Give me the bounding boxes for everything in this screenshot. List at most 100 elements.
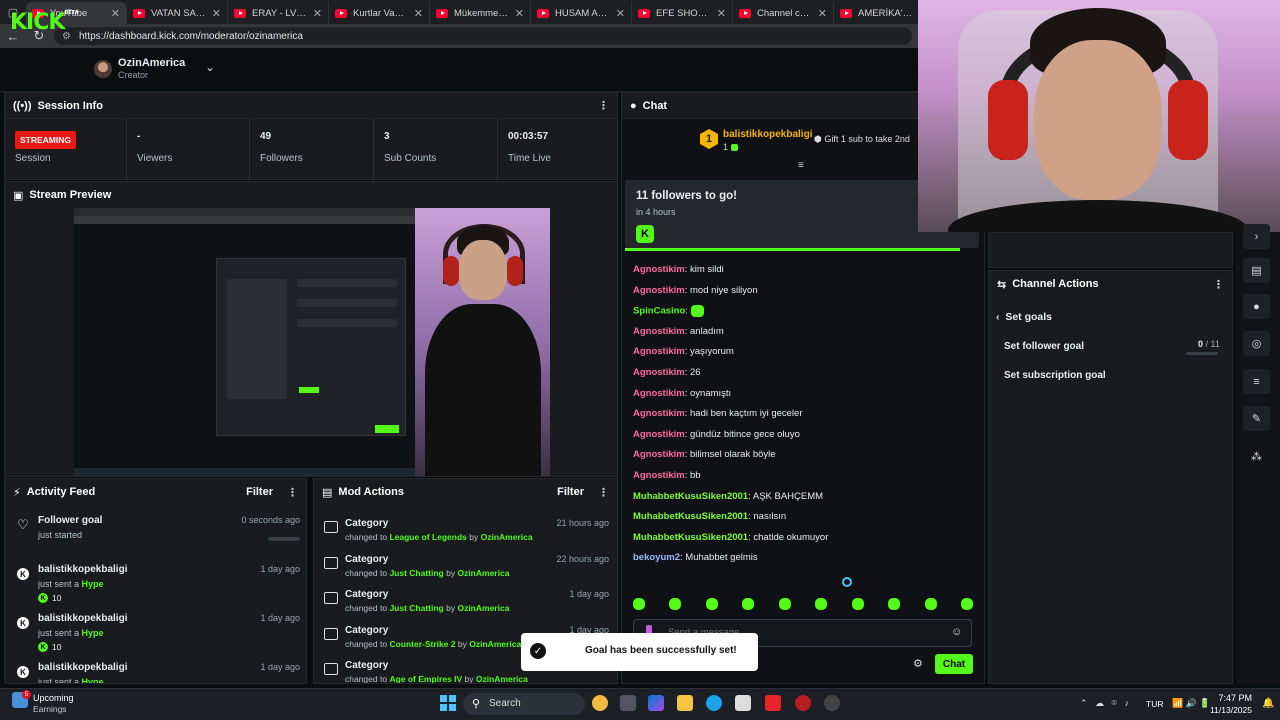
emote-icon[interactable] (778, 598, 791, 610)
chat-message[interactable]: Agnostikim: bilimsel olarak böyle (633, 449, 776, 460)
browser-tab[interactable]: Kurtlar Vadisi - 1 ✕ (329, 2, 430, 24)
close-tab-icon[interactable]: ✕ (616, 7, 625, 20)
emote-icon[interactable] (851, 598, 864, 610)
chat-message[interactable]: Agnostikim: gündüz bitince gece oluyo (633, 429, 800, 440)
language-indicator[interactable]: TUR (1146, 699, 1163, 709)
activity-item[interactable]: ♡ Follower goal just started 0 seconds ago (5, 511, 306, 559)
chat-username[interactable]: Agnostikim (633, 285, 685, 296)
browser-tab[interactable]: ERAY - LVBEL C5 ✕ (228, 2, 329, 24)
chat-message[interactable]: MuhabbetKusuSiken2001: AŞK BAHÇEMM (633, 491, 823, 502)
chat-username[interactable]: MuhabbetKusuSiken2001 (633, 491, 748, 502)
chat-message[interactable]: Agnostikim: 26 (633, 367, 701, 378)
wrench-icon[interactable]: ✎ (1243, 406, 1270, 431)
stream-preview-video[interactable] (74, 208, 550, 476)
app-red-icon[interactable] (795, 695, 811, 711)
broadcast-tool-icon[interactable]: ◎ (1243, 331, 1270, 356)
chat-bubble-icon[interactable]: ● (1243, 294, 1270, 319)
close-tab-icon[interactable]: ✕ (212, 7, 221, 20)
emoji-icon[interactable]: ☺ (951, 626, 962, 638)
tray-icons[interactable]: ⌃ ☁ ⌾ ♪ (1080, 698, 1129, 709)
chevron-icon[interactable]: › (1243, 224, 1270, 249)
chat-username[interactable]: Agnostikim (633, 429, 685, 440)
file-explorer-icon[interactable] (677, 695, 693, 711)
store-icon[interactable] (735, 695, 751, 711)
chat-message[interactable]: Agnostikim: oynamıştı (633, 388, 731, 399)
chat-username[interactable]: Agnostikim (633, 367, 685, 378)
emote-icon[interactable] (669, 598, 682, 610)
chat-username[interactable]: bekoyum2 (633, 552, 680, 563)
chat-message[interactable]: Agnostikim: hadi ben kaçtım iyi geceler (633, 408, 803, 419)
copilot-icon[interactable] (648, 695, 664, 711)
kick-logo[interactable]: KICKBETA (10, 10, 79, 35)
mod-action-item[interactable]: Category changed to Just Chatting by Ozin… (314, 551, 617, 587)
filter-button[interactable]: Filter (246, 486, 273, 498)
set-subscription-goal-item[interactable]: Set subscription goal (1004, 370, 1106, 381)
close-tab-icon[interactable]: ✕ (313, 7, 322, 20)
close-tab-icon[interactable]: ✕ (111, 7, 120, 20)
filter-button[interactable]: Filter (557, 486, 584, 498)
chat-username[interactable]: Agnostikim (633, 388, 685, 399)
chat-username[interactable]: Agnostikim (633, 470, 685, 481)
top-gifter-name[interactable]: balistikkopekbaligi (723, 129, 812, 140)
chat-message[interactable]: MuhabbetKusuSiken2001: nasılsın (633, 511, 786, 522)
collapse-icon[interactable]: ≡ (798, 160, 804, 171)
chat-username[interactable]: MuhabbetKusuSiken2001 (633, 511, 748, 522)
browser-tab[interactable]: VATAN SAĞ OLSUN ✕ (127, 2, 228, 24)
chat-message[interactable]: bekoyum2: Muhabbet gelmis (633, 552, 758, 563)
browser-tab[interactable]: Mükemmel Japon ✕ (430, 2, 531, 24)
chat-username[interactable]: Agnostikim (633, 408, 685, 419)
chat-username[interactable]: Agnostikim (633, 326, 685, 337)
activity-item[interactable]: Kbalistikkopekbaligi just sent a Hype 1 da… (5, 609, 306, 657)
emote-icon[interactable] (888, 598, 901, 610)
session-menu-icon[interactable]: ⋮ (598, 99, 609, 112)
taskbar-search[interactable] (463, 693, 585, 715)
close-tab-icon[interactable]: ✕ (414, 7, 423, 20)
emote-icon[interactable] (742, 598, 755, 610)
browser-tab[interactable]: HUSAM AKTAR ✕ (531, 2, 632, 24)
emote-icon[interactable] (960, 598, 973, 610)
chat-username[interactable]: MuhabbetKusuSiken2001 (633, 532, 748, 543)
notes-icon[interactable]: ▤ (1243, 258, 1270, 283)
app-gray-icon[interactable] (824, 695, 840, 711)
stack-icon[interactable]: ≡ (1243, 369, 1270, 394)
emote-icon[interactable] (633, 598, 645, 610)
taskview-icon[interactable] (620, 695, 636, 711)
emote-icon[interactable] (815, 598, 828, 610)
app-icon[interactable] (592, 695, 608, 711)
youtube-app-icon[interactable] (765, 695, 781, 711)
mod-menu-icon[interactable]: ⋮ (598, 486, 609, 499)
channel-name[interactable]: OzinAmerica (118, 57, 185, 69)
set-goals-back-button[interactable]: ‹ Set goals (996, 311, 1052, 323)
notification-bell-icon[interactable]: 🔔 (1262, 698, 1274, 709)
channel-actions-menu-icon[interactable]: ⋮ (1213, 278, 1224, 291)
avatar[interactable] (94, 60, 112, 78)
start-button[interactable] (440, 695, 456, 711)
emote-icon[interactable] (705, 598, 718, 610)
activity-item[interactable]: Kbalistikkopekbaligi just sent a Hype 1 da… (5, 560, 306, 608)
chat-message[interactable]: Agnostikim: yaşıyorum (633, 346, 734, 357)
set-follower-goal-item[interactable]: Set follower goal (1004, 341, 1084, 352)
chat-message[interactable]: Agnostikim: mod niye siliyon (633, 285, 758, 296)
activity-menu-icon[interactable]: ⋮ (287, 486, 298, 499)
close-tab-icon[interactable]: ✕ (515, 7, 524, 20)
edge-icon[interactable] (706, 695, 722, 711)
widget-title[interactable]: Upcoming (33, 693, 74, 703)
chevron-down-icon[interactable]: ⌄ (205, 60, 215, 74)
chat-settings-icon[interactable]: ⚙ (913, 657, 923, 670)
chat-message[interactable]: Agnostikim: kim sildi (633, 264, 724, 275)
mod-action-item[interactable]: Category changed to Just Chatting by Ozin… (314, 586, 617, 622)
browser-tab[interactable]: EFE SHOW S3B0 ✕ (632, 2, 733, 24)
mod-action-item[interactable]: Category changed to League of Legends by … (314, 515, 617, 551)
apps-icon[interactable]: ⁂ (1243, 444, 1270, 469)
close-tab-icon[interactable]: ✕ (818, 7, 827, 20)
url-field[interactable]: ⚙ https://dashboard.kick.com/moderator/o… (54, 27, 912, 45)
chat-message[interactable]: Agnostikim: bb (633, 470, 701, 481)
chat-message[interactable]: MuhabbetKusuSiken2001: chatide okumuyor (633, 532, 828, 543)
chat-username[interactable]: Agnostikim (633, 264, 685, 275)
chat-message[interactable]: Agnostikim: anladım (633, 326, 724, 337)
send-chat-button[interactable]: Chat (935, 654, 973, 674)
chat-username[interactable]: SpinCasino (633, 306, 685, 317)
clock-time[interactable]: 7:47 PM (1212, 693, 1252, 703)
chat-username[interactable]: Agnostikim (633, 346, 685, 357)
chat-username[interactable]: Agnostikim (633, 449, 685, 460)
